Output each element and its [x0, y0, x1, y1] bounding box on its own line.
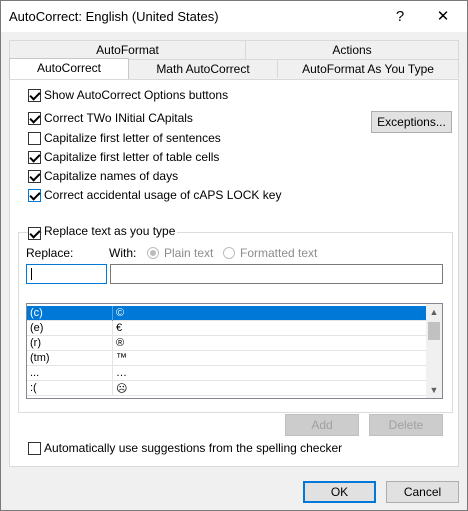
list-row[interactable]: (e) € [27, 321, 427, 336]
column-divider [112, 381, 113, 396]
show-buttons-checkbox[interactable] [28, 89, 41, 102]
autocorrect-dialog: AutoCorrect: English (United States) ? ✕… [0, 0, 468, 511]
scroll-thumb[interactable] [428, 322, 440, 340]
column-divider [112, 336, 113, 351]
first-table-checkbox[interactable] [28, 151, 41, 164]
formatted-text-label: Formatted text [240, 246, 318, 260]
delete-button[interactable]: Delete [369, 414, 443, 436]
column-divider [112, 366, 113, 381]
entry-from: (e) [30, 322, 44, 334]
list-row[interactable]: (tm) ™ [27, 351, 427, 366]
list-scrollbar[interactable]: ▲ ▼ [426, 304, 442, 398]
show-buttons-label: Show AutoCorrect Options buttons [44, 88, 229, 102]
ok-button[interactable]: OK [303, 481, 376, 503]
list-row[interactable]: :( ☹ [27, 381, 427, 396]
column-divider [112, 321, 113, 336]
cancel-button[interactable]: Cancel [386, 481, 459, 503]
two-initial-label: Correct TWo INitial CApitals [44, 111, 193, 125]
tab-autocorrect[interactable]: AutoCorrect [9, 58, 129, 79]
replace-input[interactable] [26, 264, 107, 284]
replace-as-type-label: Replace text as you type [42, 224, 178, 238]
caps-lock-checkbox[interactable] [28, 189, 41, 202]
title-bar: AutoCorrect: English (United States) ? ✕ [1, 1, 467, 32]
list-row[interactable]: ... … [27, 366, 427, 381]
with-label: With: [109, 246, 137, 260]
tab-autoformat-as-you-type[interactable]: AutoFormat As You Type [277, 59, 459, 78]
suggestions-label: Automatically use suggestions from the s… [44, 441, 343, 455]
first-sentence-checkbox[interactable] [28, 132, 41, 145]
entry-to: ™ [116, 352, 127, 364]
help-icon[interactable]: ? [386, 5, 414, 29]
window-title: AutoCorrect: English (United States) [9, 9, 219, 24]
add-button[interactable]: Add [285, 414, 359, 436]
entry-to: © [116, 307, 125, 319]
plain-text-radio[interactable] [147, 247, 159, 259]
entry-from: :( [30, 382, 37, 394]
first-sentence-label: Capitalize first letter of sentences [44, 131, 221, 145]
names-days-checkbox[interactable] [28, 170, 41, 183]
tab-actions[interactable]: Actions [245, 40, 459, 59]
tab-math-autocorrect[interactable]: Math AutoCorrect [128, 59, 278, 78]
entry-to: ® [116, 337, 125, 349]
names-days-label: Capitalize names of days [44, 169, 179, 183]
entry-to: … [116, 367, 127, 379]
plain-text-label: Plain text [164, 246, 214, 260]
scroll-up-icon[interactable]: ▲ [426, 304, 442, 320]
formatted-text-radio[interactable] [223, 247, 235, 259]
with-input[interactable] [110, 264, 443, 284]
caps-lock-label: Correct accidental usage of cAPS LOCK ke… [44, 188, 282, 202]
entry-to: € [116, 322, 123, 334]
entry-from: ... [30, 367, 40, 379]
text-cursor [31, 268, 32, 280]
first-table-label: Capitalize first letter of table cells [44, 150, 220, 164]
column-divider [112, 351, 113, 366]
list-row[interactable]: (c) © [27, 306, 427, 321]
close-icon[interactable]: ✕ [429, 5, 457, 29]
entry-from: (c) [30, 307, 43, 319]
list-row[interactable]: (r) ® [27, 336, 427, 351]
scroll-down-icon[interactable]: ▼ [426, 382, 442, 398]
tab-autoformat[interactable]: AutoFormat [9, 40, 246, 59]
two-initial-checkbox[interactable] [28, 112, 41, 125]
replacement-list[interactable]: (c) © (e) € (r) ® (tm) ™ ... … :( ☹ ▲ ▼ [26, 303, 443, 399]
suggestions-checkbox[interactable] [28, 442, 41, 455]
replace-label: Replace: [26, 246, 74, 260]
entry-to: ☹ [116, 383, 128, 395]
entry-from: (tm) [30, 352, 50, 364]
replace-as-type-checkbox[interactable] [28, 227, 41, 240]
exceptions-button[interactable]: Exceptions... [371, 111, 452, 133]
column-divider [112, 306, 113, 321]
entry-from: (r) [30, 337, 41, 349]
